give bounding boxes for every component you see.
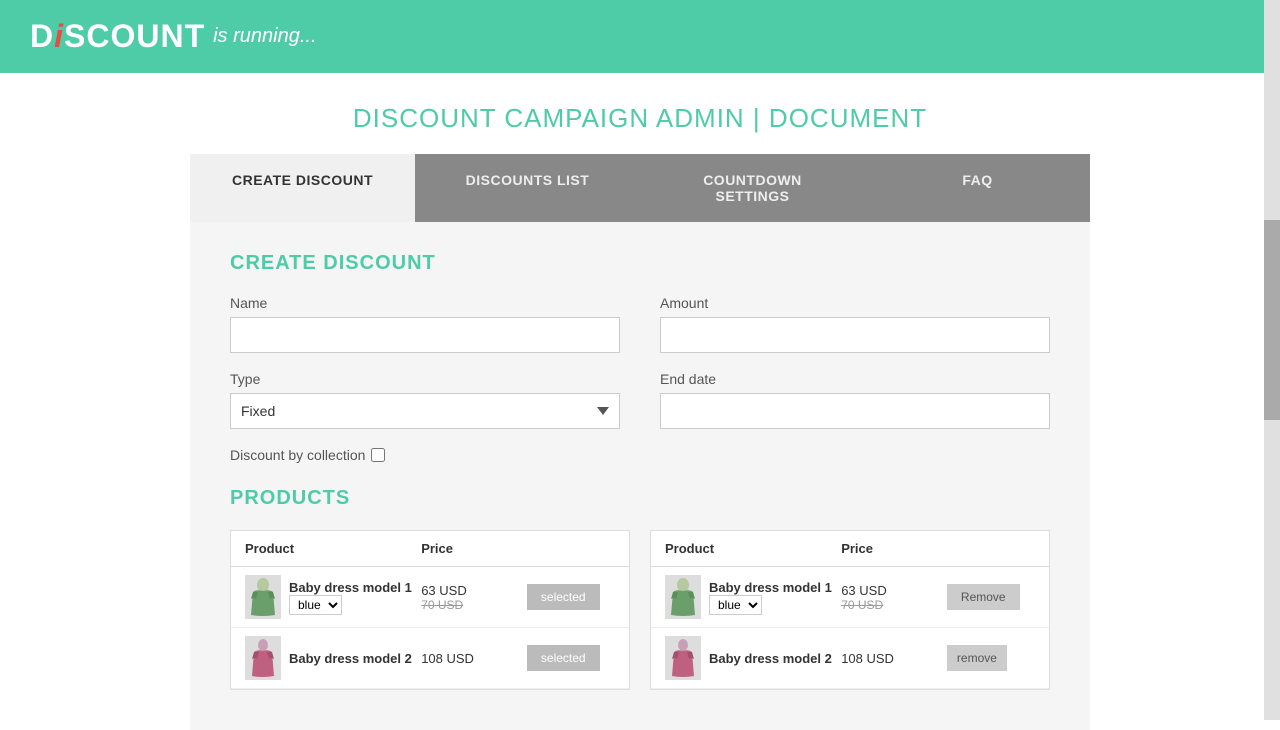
name-label: Name [230, 295, 620, 311]
right-price-original-1: 70 USD [841, 598, 947, 612]
scrollbar-thumb[interactable] [1264, 220, 1280, 420]
right-col-action [947, 541, 1035, 556]
tab-discounts-list[interactable]: DISCOUNTS LIST [415, 154, 640, 222]
discount-by-collection-checkbox[interactable] [371, 448, 385, 462]
products-title: PRODUCTS [230, 487, 1050, 510]
form-group-end-date: End date [660, 371, 1050, 429]
left-action-2: selected [527, 645, 615, 671]
right-product-name-block-2: Baby dress model 2 [709, 651, 832, 666]
app-logo: DiSCOUNT [30, 18, 205, 55]
right-table-row-2: Baby dress model 2 108 USD remove [651, 628, 1049, 689]
right-table-row-1: Baby dress model 1 blue 63 USD 70 USD [651, 567, 1049, 628]
left-col-product: Product [245, 541, 421, 556]
left-table-header: Product Price [231, 531, 629, 567]
scrollbar[interactable] [1264, 0, 1280, 720]
form-row-name-amount: Name Amount [230, 295, 1050, 353]
page-title-right: DOCUMENT [769, 103, 927, 133]
discount-by-collection-label: Discount by collection [230, 447, 365, 463]
right-variant-select-1[interactable]: blue [709, 595, 762, 615]
products-right-table: Product Price [650, 530, 1050, 690]
form-group-amount: Amount [660, 295, 1050, 353]
products-grid: Product Price [230, 530, 1050, 690]
right-price-current-1: 63 USD [841, 583, 947, 598]
tab-countdown-settings[interactable]: COUNTDOWN SETTINGS [640, 154, 865, 222]
products-left-table: Product Price [230, 530, 630, 690]
left-product-name-block-1: Baby dress model 1 blue [289, 580, 412, 615]
right-table-header: Product Price [651, 531, 1049, 567]
right-product-price-1: 63 USD 70 USD [841, 583, 947, 612]
right-product-name-block-1: Baby dress model 1 blue [709, 580, 832, 615]
form-row-type-enddate: Type Fixed Percentage End date [230, 371, 1050, 429]
end-date-input[interactable] [660, 393, 1050, 429]
remove-button-2[interactable]: remove [947, 645, 1007, 671]
tabs-bar: CREATE DISCOUNT DISCOUNTS LIST COUNTDOWN… [190, 154, 1090, 222]
left-product-variant-1: blue [289, 595, 412, 615]
app-header: DiSCOUNT is running... [0, 0, 1280, 73]
right-action-1: Remove [947, 584, 1035, 610]
products-section: PRODUCTS Product Price [230, 487, 1050, 690]
selected-button-1[interactable]: selected [527, 584, 600, 610]
left-variant-select-1[interactable]: blue [289, 595, 342, 615]
left-col-price: Price [421, 541, 527, 556]
right-product-price-2: 108 USD [841, 651, 947, 666]
right-product-name-1: Baby dress model 1 [709, 580, 832, 595]
logo-d: D [30, 18, 54, 54]
left-col-action [527, 541, 615, 556]
form-group-type: Type Fixed Percentage [230, 371, 620, 429]
left-product-img-1 [245, 575, 281, 619]
left-product-price-2: 108 USD [421, 651, 527, 666]
type-select[interactable]: Fixed Percentage [230, 393, 620, 429]
right-col-product: Product [665, 541, 841, 556]
left-product-info-1: Baby dress model 1 blue [245, 575, 421, 619]
amount-label: Amount [660, 295, 1050, 311]
selected-button-2[interactable]: selected [527, 645, 600, 671]
right-product-name-2: Baby dress model 2 [709, 651, 832, 666]
page-title-left: DISCOUNT CAMPAIGN ADMIN | [353, 103, 761, 133]
left-product-price-1: 63 USD 70 USD [421, 583, 527, 612]
left-product-name-block-2: Baby dress model 2 [289, 651, 412, 666]
left-price-current-2: 108 USD [421, 651, 527, 666]
right-product-img-2 [665, 636, 701, 680]
name-input[interactable] [230, 317, 620, 353]
logo-slash: i [54, 18, 64, 54]
app-tagline: is running... [213, 25, 316, 48]
right-price-current-2: 108 USD [841, 651, 947, 666]
discount-by-collection-row: Discount by collection [230, 447, 1050, 463]
page-title: DISCOUNT CAMPAIGN ADMIN | DOCUMENT [0, 103, 1280, 134]
page-title-bar: DISCOUNT CAMPAIGN ADMIN | DOCUMENT [0, 73, 1280, 154]
right-col-price: Price [841, 541, 947, 556]
right-product-img-1 [665, 575, 701, 619]
left-product-name-1: Baby dress model 1 [289, 580, 412, 595]
left-product-img-2 [245, 636, 281, 680]
main-content: CREATE DISCOUNT Name Amount Type Fixed P… [190, 222, 1090, 730]
right-action-2: remove [947, 645, 1035, 671]
tab-create-discount[interactable]: CREATE DISCOUNT [190, 154, 415, 222]
left-table-row-2: Baby dress model 2 108 USD selected [231, 628, 629, 689]
left-product-info-2: Baby dress model 2 [245, 636, 421, 680]
amount-input[interactable] [660, 317, 1050, 353]
left-table-row: Baby dress model 1 blue 63 USD 70 USD [231, 567, 629, 628]
type-label: Type [230, 371, 620, 387]
left-product-name-2: Baby dress model 2 [289, 651, 412, 666]
left-price-original-1: 70 USD [421, 598, 527, 612]
logo-rest: SCOUNT [64, 18, 205, 54]
create-discount-title: CREATE DISCOUNT [230, 252, 1050, 275]
form-group-name: Name [230, 295, 620, 353]
right-product-info-2: Baby dress model 2 [665, 636, 841, 680]
tab-faq[interactable]: FAQ [865, 154, 1090, 222]
end-date-label: End date [660, 371, 1050, 387]
right-product-variant-1: blue [709, 595, 832, 615]
left-price-current-1: 63 USD [421, 583, 527, 598]
left-action-1: selected [527, 584, 615, 610]
right-product-info-1: Baby dress model 1 blue [665, 575, 841, 619]
remove-button-1[interactable]: Remove [947, 584, 1020, 610]
